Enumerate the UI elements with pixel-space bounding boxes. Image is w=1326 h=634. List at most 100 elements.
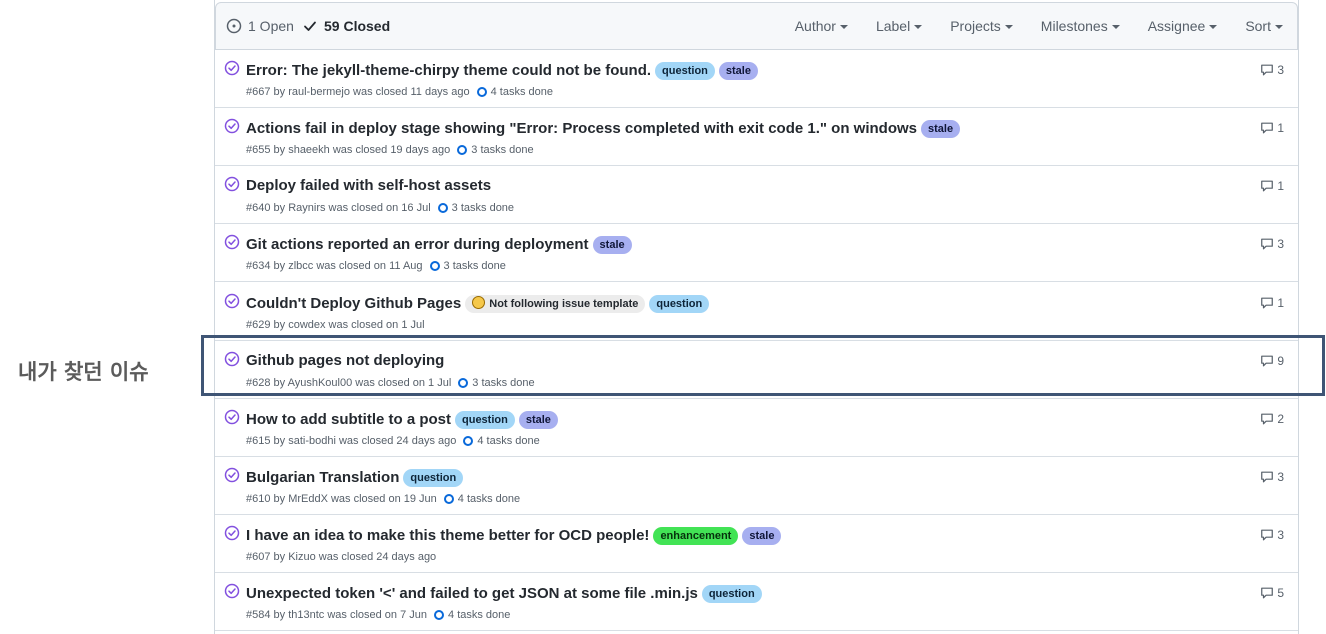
- label-question[interactable]: question: [701, 585, 762, 603]
- label-question[interactable]: question: [403, 469, 464, 487]
- comment-icon: [1261, 64, 1274, 76]
- comments-link[interactable]: 5: [1260, 586, 1284, 600]
- issue-title-link[interactable]: Github pages not deploying: [246, 352, 444, 369]
- comment-count: 1: [1277, 179, 1284, 193]
- label-text: question: [462, 414, 508, 426]
- issue-meta: #629 by cowdex was closed on 1 Jul: [246, 319, 425, 331]
- task-progress-icon: [437, 203, 448, 213]
- filter-label[interactable]: Label: [876, 18, 923, 34]
- task-progress-icon: [458, 378, 469, 388]
- filter-projects[interactable]: Projects: [950, 18, 1013, 34]
- issue-meta: #584 by th13ntc was closed on 7 Jun 4 tas…: [246, 609, 510, 621]
- caret-down-icon: [1209, 25, 1218, 29]
- issue-closed-icon: [224, 234, 240, 250]
- task-progress-icon: [434, 610, 445, 620]
- comment-count: 9: [1277, 354, 1284, 368]
- issue-closed-icon: [224, 467, 240, 483]
- issue-closed-icon: [224, 525, 240, 541]
- label-question[interactable]: question: [455, 411, 515, 429]
- tasks-progress: 4 tasks done: [476, 86, 553, 98]
- issue-title-link[interactable]: Bulgarian Translation: [246, 469, 399, 486]
- tasks-text: 3 tasks done: [443, 260, 506, 272]
- caret-down-icon: [839, 25, 848, 29]
- issue-meta: #655 by shaeekh was closed 19 days ago 3 …: [246, 144, 534, 156]
- comments-link[interactable]: 3: [1260, 528, 1284, 542]
- issue-title-line: Git actions reported an error during dep…: [246, 235, 632, 254]
- filter-milestones[interactable]: Milestones: [1041, 18, 1120, 34]
- task-progress-icon: [476, 87, 487, 97]
- issue-meta: #634 by zlbcc was closed on 11 Aug 3 task…: [246, 260, 506, 272]
- issue-row: Error: The jekyll-theme-chirpy theme cou…: [215, 50, 1298, 108]
- tasks-text: 4 tasks done: [477, 435, 540, 447]
- comments-link[interactable]: 2: [1260, 412, 1284, 426]
- filter-assignee[interactable]: Assignee: [1148, 18, 1218, 34]
- tasks-text: 4 tasks done: [490, 86, 553, 98]
- open-issues-toggle[interactable]: 1 Open: [226, 18, 294, 34]
- check-icon: [304, 21, 316, 31]
- filter-milestones-label: Milestones: [1040, 18, 1108, 34]
- label-question[interactable]: question: [655, 62, 715, 80]
- label-question[interactable]: question: [649, 295, 710, 313]
- label-text: stale: [725, 65, 751, 77]
- issue-title-line: Actions fail in deploy stage showing "Er…: [246, 119, 961, 138]
- comments-link[interactable]: 1: [1260, 296, 1284, 310]
- label-enhancement[interactable]: enhancement: [653, 527, 739, 545]
- issue-meta: #615 by sati-bodhi was closed 24 days ag…: [246, 435, 540, 447]
- comment-count: 3: [1277, 237, 1284, 251]
- issue-labels: stale: [917, 119, 961, 138]
- task-progress-icon: [443, 494, 454, 504]
- issue-title-link[interactable]: Actions fail in deploy stage showing "Er…: [246, 120, 917, 137]
- comment-icon: [1261, 471, 1274, 483]
- label-stale[interactable]: stale: [921, 120, 961, 138]
- issue-title-link[interactable]: Couldn't Deploy Github Pages: [246, 295, 461, 312]
- comments-link[interactable]: 3: [1260, 470, 1284, 484]
- task-progress-icon: [429, 261, 440, 271]
- issue-row: Github pages not deploying #628 by AyushK…: [215, 341, 1298, 399]
- filter-sort[interactable]: Sort: [1245, 18, 1283, 34]
- filter-assignee-label: Assignee: [1147, 18, 1206, 34]
- issue-title-link[interactable]: Unexpected token '<' and failed to get J…: [246, 585, 698, 602]
- tasks-progress: 4 tasks done: [434, 609, 510, 621]
- tasks-progress: 4 tasks done: [463, 435, 540, 447]
- label-stale[interactable]: stale: [592, 236, 632, 254]
- issue-title-line: Couldn't Deploy Github Pages Not followin…: [246, 294, 710, 313]
- annotation-text: 내가 찾던 이슈: [18, 360, 149, 384]
- open-count-label: 1 Open: [248, 18, 294, 34]
- issue-closed-icon: [224, 351, 240, 367]
- issue-closed-icon: [224, 60, 240, 76]
- label-stale[interactable]: stale: [518, 411, 558, 429]
- issue-title-link[interactable]: Error: The jekyll-theme-chirpy theme cou…: [246, 62, 651, 79]
- issue-meta-text: #584 by th13ntc was closed on 7 Jun: [246, 609, 428, 621]
- issue-title-link[interactable]: Deploy failed with self-host assets: [246, 177, 491, 194]
- comment-icon: [1261, 587, 1274, 599]
- tasks-text: 3 tasks done: [471, 144, 534, 156]
- caret-down-icon: [1111, 25, 1120, 29]
- issue-title-link[interactable]: How to add subtitle to a post: [246, 411, 451, 428]
- issue-row: Unexpected token '<' and failed to get J…: [215, 573, 1298, 631]
- comments-link[interactable]: 1: [1260, 179, 1284, 193]
- issue-meta-text: #667 by raul-bermejo was closed 11 days …: [246, 86, 470, 98]
- comments-link[interactable]: 3: [1260, 237, 1284, 251]
- filter-projects-label: Projects: [950, 18, 1001, 34]
- issue-closed-icon: [224, 293, 240, 309]
- tasks-progress: 3 tasks done: [429, 260, 506, 272]
- closed-issues-toggle[interactable]: 59 Closed: [302, 18, 390, 34]
- filter-author[interactable]: Author: [795, 18, 848, 34]
- issue-closed-icon: [224, 583, 240, 599]
- comments-link[interactable]: 9: [1260, 354, 1284, 368]
- issue-closed-icon: [224, 409, 240, 425]
- label-stale[interactable]: stale: [718, 62, 758, 80]
- caret-down-icon: [1275, 25, 1283, 29]
- comments-link[interactable]: 3: [1260, 63, 1284, 77]
- issue-title-link[interactable]: Git actions reported an error during dep…: [246, 236, 589, 253]
- label-stale[interactable]: stale: [742, 527, 782, 545]
- issue-meta-text: #615 by sati-bodhi was closed 24 days ag…: [246, 435, 457, 447]
- label-not-following-issue-template[interactable]: Not following issue template: [465, 295, 646, 313]
- issue-meta-text: #610 by MrEddX was closed on 19 Jun: [246, 493, 437, 505]
- issue-title-link[interactable]: I have an idea to make this theme better…: [246, 527, 649, 544]
- label-text: stale: [928, 123, 954, 135]
- task-progress-icon: [457, 145, 468, 155]
- label-text: question: [708, 588, 755, 600]
- comments-link[interactable]: 1: [1260, 121, 1284, 135]
- filter-sort-label: Sort: [1245, 18, 1271, 34]
